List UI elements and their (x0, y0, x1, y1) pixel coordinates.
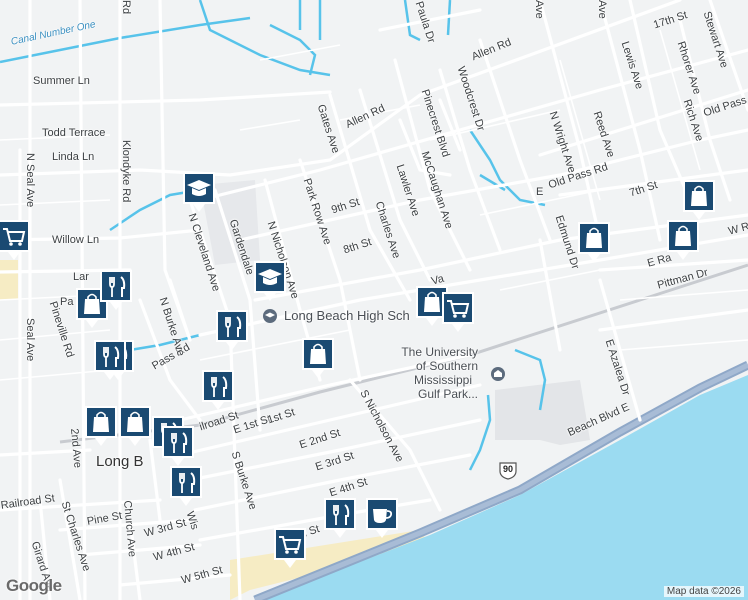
marker-shop-5[interactable] (665, 218, 701, 262)
marker-cart-12[interactable] (0, 218, 32, 262)
university-label[interactable]: The University of Southern Mississippi G… (394, 345, 478, 401)
marker-shop-9[interactable] (83, 404, 119, 448)
marker-food-16[interactable] (92, 338, 128, 382)
highway-90-shield-icon: 90 (498, 462, 518, 480)
university-label-line3: Mississippi (414, 373, 473, 387)
marker-shop-6[interactable] (300, 336, 336, 380)
highway-90-label: 90 (502, 464, 513, 474)
marker-food-15[interactable] (98, 268, 134, 312)
university-label-line1: The University (401, 345, 479, 359)
marker-school-2[interactable] (252, 259, 288, 303)
marker-food-18[interactable] (200, 368, 236, 412)
marker-food-22[interactable] (322, 496, 358, 540)
university-label-line4: Gulf Park... (418, 387, 479, 401)
marker-cart-11[interactable] (272, 526, 308, 570)
marker-school-1[interactable] (181, 170, 217, 214)
marker-cafe-23[interactable] (364, 496, 400, 540)
google-logo: Google (6, 576, 62, 595)
marker-food-17[interactable] (214, 308, 250, 352)
marker-shop-10[interactable] (117, 404, 153, 448)
high-school-poi-icon (262, 308, 278, 324)
marker-shop-3[interactable] (681, 178, 717, 222)
university-label-line2: of Southern (415, 359, 479, 373)
map-canvas[interactable]: 90 Canal Number One Summer Ln Todd Terra… (0, 0, 748, 600)
marker-shop-4[interactable] (576, 220, 612, 264)
marker-food-20[interactable] (160, 424, 196, 468)
marker-cart-13[interactable] (440, 290, 476, 334)
map-attribution: Map data ©2026 (663, 586, 744, 597)
marker-food-21[interactable] (168, 464, 204, 508)
university-icon (490, 366, 506, 382)
